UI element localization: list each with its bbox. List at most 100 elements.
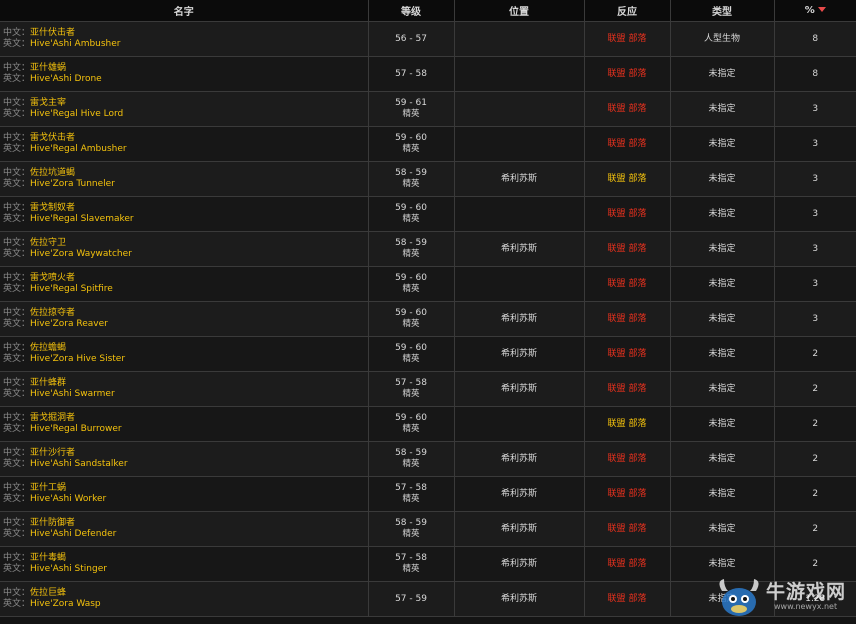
table-row[interactable]: 中文：佐拉坑道蝎 英文：Hive'Zora Tunneler 58 - 59 精英 希利…: [0, 161, 856, 197]
location-link[interactable]: 希利苏斯: [501, 594, 537, 604]
cell-react: 联盟 部落: [584, 371, 671, 407]
npc-name-chinese[interactable]: 佐拉守卫: [30, 238, 66, 248]
table-row[interactable]: 中文：雷戈喷火者 英文：Hive'Regal Spitfire 59 - 60 精英联…: [0, 266, 856, 302]
cell-name: 中文：佐拉守卫 英文：Hive'Zora Waywatcher: [0, 231, 369, 267]
location-link[interactable]: 希利苏斯: [501, 559, 537, 569]
cell-percent: 3: [774, 196, 856, 232]
table-row[interactable]: 中文：雷戈伏击者 英文：Hive'Regal Ambusher 59 - 60 精英联…: [0, 126, 856, 162]
cell-type: 未指定: [670, 406, 775, 442]
npc-name-chinese[interactable]: 亚什工蜗: [30, 483, 66, 493]
npc-name-english[interactable]: Hive'Zora Reaver: [30, 319, 108, 329]
react-alliance: 联盟: [607, 348, 626, 359]
cell-type: 未指定: [670, 126, 775, 162]
table-row[interactable]: 中文：亚什蜂群 英文：Hive'Ashi Swarmer 57 - 58 精英 希利苏斯…: [0, 371, 856, 407]
column-header-location[interactable]: 位置: [454, 0, 585, 22]
npc-name-english[interactable]: Hive'Ashi Swarmer: [30, 389, 115, 399]
label-chinese: 中文：: [3, 238, 31, 248]
table-row[interactable]: 中文：雷戈掘洞者 英文：Hive'Regal Burrower 59 - 60 精英联…: [0, 406, 856, 442]
column-header-level[interactable]: 等级: [368, 0, 455, 22]
npc-name-english[interactable]: Hive'Regal Spitfire: [30, 284, 113, 294]
creature-type: 未指定: [708, 418, 736, 429]
npc-name-english[interactable]: Hive'Regal Ambusher: [30, 144, 127, 154]
label-chinese: 中文：: [3, 413, 31, 423]
npc-name-english[interactable]: Hive'Zora Hive Sister: [30, 354, 125, 364]
table-row[interactable]: 中文：佐拉守卫 英文：Hive'Zora Waywatcher 58 - 59 精英希…: [0, 231, 856, 267]
table-row[interactable]: 中文：亚什防御者 英文：Hive'Ashi Defender 58 - 59 精英 希利…: [0, 511, 856, 547]
location-link[interactable]: 希利苏斯: [501, 454, 537, 464]
drop-percent: 3: [812, 173, 819, 184]
cell-name: 中文：亚什工蜗 英文：Hive'Ashi Worker: [0, 476, 369, 512]
cell-location: 希利苏斯: [454, 546, 585, 582]
npc-name-chinese[interactable]: 雷戈喷火者: [30, 273, 75, 283]
elite-tag: 精英: [402, 214, 420, 224]
npc-name-chinese[interactable]: 佐拉坑道蝎: [30, 168, 75, 178]
table-row[interactable]: 中文：雷戈制奴者 英文：Hive'Regal Slavemaker 59 - 60 精…: [0, 196, 856, 232]
creature-type: 未指定: [708, 68, 736, 79]
elite-tag: 精英: [402, 424, 420, 434]
npc-name-chinese[interactable]: 佐拉巨蜂: [30, 588, 66, 598]
column-header-type[interactable]: 类型: [670, 0, 775, 22]
npc-name-chinese[interactable]: 雷戈伏击者: [30, 133, 75, 143]
column-header-react[interactable]: 反应: [584, 0, 671, 22]
npc-name-chinese[interactable]: 亚什毒蝎: [30, 553, 66, 563]
location-link[interactable]: 希利苏斯: [501, 349, 537, 359]
location-link[interactable]: 希利苏斯: [501, 244, 537, 254]
drop-percent: 3: [812, 243, 819, 254]
npc-name-chinese[interactable]: 雷戈制奴者: [30, 203, 75, 213]
npc-name-english[interactable]: Hive'Regal Hive Lord: [30, 109, 123, 119]
npc-name-chinese[interactable]: 亚什伏击者: [30, 28, 75, 38]
table-row[interactable]: 中文：亚什伏击者 英文：Hive'Ashi Ambusher 56 - 57 联盟 部…: [0, 21, 856, 57]
npc-name-english[interactable]: Hive'Ashi Defender: [30, 529, 116, 539]
cell-percent: 2: [774, 406, 856, 442]
npc-name-english[interactable]: Hive'Regal Slavemaker: [30, 214, 134, 224]
column-header-percent[interactable]: %: [774, 0, 856, 22]
npc-name-chinese[interactable]: 佐拉蟾蝎: [30, 343, 66, 353]
cell-name: 中文：亚什防御者 英文：Hive'Ashi Defender: [0, 511, 369, 547]
location-link[interactable]: 希利苏斯: [501, 524, 537, 534]
level-range: 56 - 57: [395, 33, 427, 44]
npc-name-english[interactable]: Hive'Zora Wasp: [30, 599, 101, 609]
npc-name-english[interactable]: Hive'Ashi Sandstalker: [30, 459, 128, 469]
location-link[interactable]: 希利苏斯: [501, 384, 537, 394]
table-row[interactable]: 中文：亚什沙行者 英文：Hive'Ashi Sandstalker 58 - 59 精…: [0, 441, 856, 477]
label-chinese: 中文：: [3, 273, 31, 283]
npc-name-chinese[interactable]: 亚什雄蜗: [30, 63, 66, 73]
table-row[interactable]: 中文：亚什工蜗 英文：Hive'Ashi Worker 57 - 58 精英 希利苏斯联…: [0, 476, 856, 512]
label-chinese: 中文：: [3, 168, 31, 178]
npc-name-chinese[interactable]: 亚什沙行者: [30, 448, 75, 458]
location-link[interactable]: 希利苏斯: [501, 489, 537, 499]
creature-type: 人型生物: [703, 33, 740, 44]
npc-name-english[interactable]: Hive'Zora Tunneler: [30, 179, 115, 189]
location-link[interactable]: 希利苏斯: [501, 174, 537, 184]
cell-type: 未指定: [670, 476, 775, 512]
react-horde: 部落: [628, 313, 647, 324]
label-english: 英文：: [3, 179, 31, 189]
npc-name-english[interactable]: Hive'Regal Burrower: [30, 424, 122, 434]
npc-name-chinese[interactable]: 亚什蜂群: [30, 378, 66, 388]
location-link[interactable]: 希利苏斯: [501, 314, 537, 324]
cell-level: 59 - 60 精英: [368, 126, 455, 162]
label-chinese: 中文：: [3, 378, 31, 388]
creature-type: 未指定: [708, 313, 736, 324]
npc-name-chinese[interactable]: 佐拉掠夺者: [30, 308, 75, 318]
table-row[interactable]: 中文：亚什雄蜗 英文：Hive'Ashi Drone 57 - 58 联盟 部落 未指定…: [0, 56, 856, 92]
label-chinese: 中文：: [3, 28, 31, 38]
npc-name-chinese[interactable]: 雷戈掘洞者: [30, 413, 75, 423]
table-row[interactable]: 中文：佐拉掠夺者 英文：Hive'Zora Reaver 59 - 60 精英 希利苏斯…: [0, 301, 856, 337]
label-chinese: 中文：: [3, 483, 31, 493]
table-row[interactable]: 中文：雷戈主宰 英文：Hive'Regal Hive Lord 59 - 61 精英联…: [0, 91, 856, 127]
label-chinese: 中文：: [3, 448, 31, 458]
column-header-name[interactable]: 名字: [0, 0, 369, 22]
npc-name-chinese[interactable]: 雷戈主宰: [30, 98, 66, 108]
npc-name-english[interactable]: Hive'Ashi Worker: [30, 494, 106, 504]
table-row[interactable]: 中文：佐拉蟾蝎 英文：Hive'Zora Hive Sister 59 - 60 精英…: [0, 336, 856, 372]
npc-name-english[interactable]: Hive'Ashi Drone: [30, 74, 102, 84]
npc-name-english[interactable]: Hive'Ashi Stinger: [30, 564, 107, 574]
level-range: 57 - 58: [395, 68, 427, 79]
label-english: 英文：: [3, 319, 31, 329]
cell-type: 未指定: [670, 91, 775, 127]
npc-name-chinese[interactable]: 亚什防御者: [30, 518, 75, 528]
npc-name-english[interactable]: Hive'Zora Waywatcher: [30, 249, 132, 259]
react-horde: 部落: [628, 243, 647, 254]
npc-name-english[interactable]: Hive'Ashi Ambusher: [30, 39, 121, 49]
